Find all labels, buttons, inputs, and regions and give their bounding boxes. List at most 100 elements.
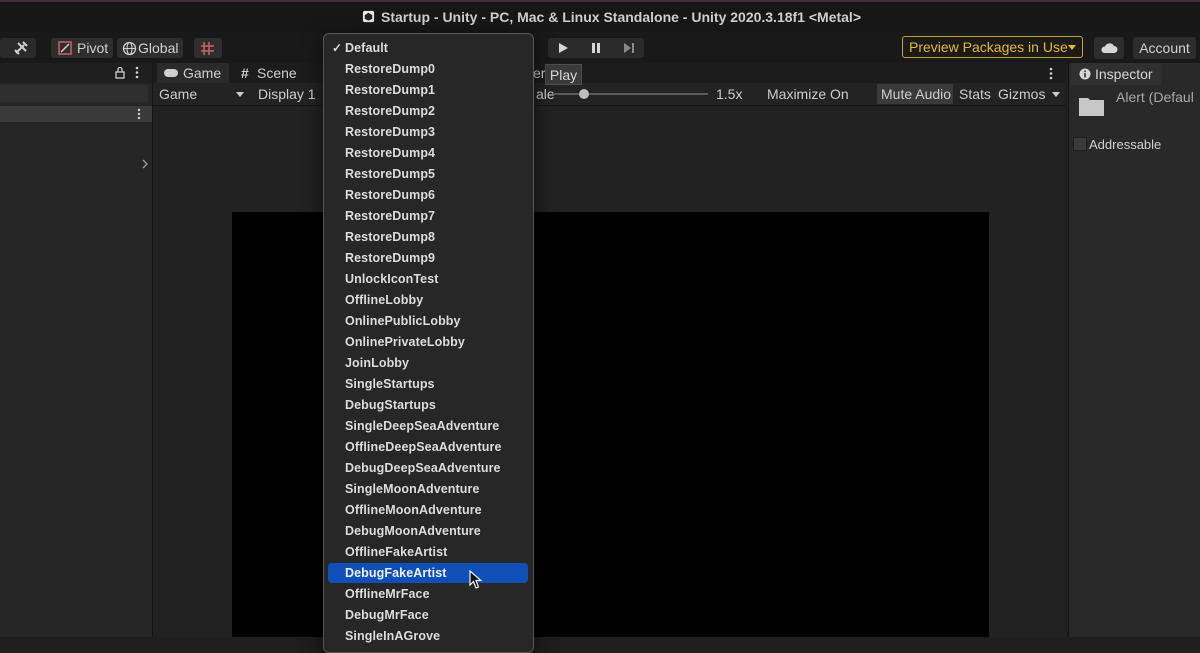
global-label: Global: [138, 40, 179, 56]
display-mode-label: Game: [159, 86, 198, 102]
dropdown-item-label: DebugStartups: [345, 398, 436, 412]
chevron-down-icon: [1068, 45, 1076, 50]
dropdown-item-label: SingleMoonAdventure: [345, 482, 480, 496]
kebab-menu-icon[interactable]: [1049, 67, 1053, 80]
dropdown-item[interactable]: OfflineFakeArtist: [328, 542, 528, 562]
cloud-icon: [1101, 43, 1118, 53]
kebab-menu-icon[interactable]: [137, 108, 141, 120]
hierarchy-search-input[interactable]: [0, 85, 148, 102]
dropdown-item[interactable]: RestoreDump2: [328, 101, 528, 121]
maximize-on-play-toggle[interactable]: Maximize On Play: [763, 84, 875, 122]
play-icon[interactable]: [557, 42, 569, 54]
global-button[interactable]: Global: [117, 38, 183, 58]
playmode-controls: [548, 38, 644, 58]
dropdown-item-label: DebugMrFace: [345, 608, 429, 622]
dropdown-item[interactable]: DebugMoonAdventure: [328, 521, 528, 541]
gizmos-dropdown[interactable]: Gizmos: [995, 84, 1065, 104]
cloud-button[interactable]: [1094, 37, 1124, 59]
grid-snap-icon: [201, 42, 214, 55]
dropdown-item-label: DebugMoonAdventure: [345, 524, 481, 538]
dropdown-item[interactable]: SingleStartups: [328, 374, 528, 394]
dropdown-item-label: RestoreDump5: [345, 167, 436, 181]
dropdown-item[interactable]: OnlinePrivateLobby: [328, 332, 528, 352]
checkmark-icon: ✓: [332, 41, 343, 55]
display-label: Display 1: [258, 86, 316, 102]
dropdown-item[interactable]: RestoreDump1: [328, 80, 528, 100]
dropdown-item[interactable]: RestoreDump6: [328, 185, 528, 205]
scale-slider[interactable]: [553, 89, 708, 99]
grid-snap-button[interactable]: [194, 38, 222, 58]
tab-game[interactable]: Game: [157, 63, 229, 83]
dropdown-item[interactable]: ✓ Default: [328, 38, 528, 58]
info-icon: [1079, 68, 1091, 80]
preview-packages-button[interactable]: Preview Packages in Use: [902, 36, 1083, 58]
dropdown-item-label: DebugFakeArtist: [345, 566, 447, 580]
tools-button[interactable]: [0, 38, 36, 58]
chevron-down-icon: [1052, 92, 1060, 97]
dropdown-item[interactable]: RestoreDump0: [328, 59, 528, 79]
dropdown-item[interactable]: DebugFakeArtist: [328, 563, 528, 583]
dropdown-item-label: DebugDeepSeaAdventure: [345, 461, 501, 475]
pivot-button[interactable]: Pivot: [51, 38, 113, 58]
dropdown-item-label: OfflineMoonAdventure: [345, 503, 482, 517]
addressable-checkbox[interactable]: [1073, 137, 1087, 151]
startup-config-dropdown: ✓ Default RestoreDump0 RestoreDump1 RestoreD…: [323, 33, 534, 653]
gizmos-label: Gizmos: [998, 86, 1046, 102]
inspector-object-name: Alert (Defaul: [1116, 89, 1194, 105]
dropdown-item-label: RestoreDump2: [345, 104, 436, 118]
pivot-icon: [58, 41, 72, 55]
dropdown-item-label: RestoreDump1: [345, 83, 436, 97]
view-tab-bar: Game # Scene er: [153, 63, 1066, 83]
dropdown-item[interactable]: OfflineDeepSeaAdventure: [328, 437, 528, 457]
dropdown-item[interactable]: RestoreDump7: [328, 206, 528, 226]
dropdown-item[interactable]: RestoreDump8: [328, 227, 528, 247]
dropdown-item[interactable]: UnlockIconTest: [328, 269, 528, 289]
addressable-label: Addressable: [1089, 137, 1162, 152]
dropdown-item[interactable]: RestoreDump3: [328, 122, 528, 142]
game-view-toolbar: Game Display 1 ale 1.5x Maximize On Play…: [153, 83, 1066, 122]
dropdown-item[interactable]: JoinLobby: [328, 353, 528, 373]
stats-toggle[interactable]: Stats: [957, 84, 993, 104]
step-icon[interactable]: [623, 42, 635, 54]
inspector-panel: Inspector Alert (Defaul Addressable: [1068, 63, 1200, 637]
dropdown-item[interactable]: OfflineMoonAdventure: [328, 500, 528, 520]
global-icon: [122, 41, 137, 56]
dropdown-item[interactable]: DebugDeepSeaAdventure: [328, 458, 528, 478]
dropdown-item[interactable]: DebugMrFace: [328, 605, 528, 625]
pause-icon[interactable]: [590, 42, 602, 54]
dropdown-item-label: RestoreDump7: [345, 209, 436, 223]
dropdown-item[interactable]: RestoreDump4: [328, 143, 528, 163]
dropdown-item-label: OfflineFakeArtist: [345, 545, 448, 559]
mute-audio-toggle[interactable]: Mute Audio: [877, 84, 953, 104]
pivot-label: Pivot: [77, 40, 109, 56]
display-mode-dropdown[interactable]: Game: [155, 84, 247, 104]
dropdown-item[interactable]: RestoreDump5: [328, 164, 528, 184]
hierarchy-header: [0, 63, 152, 83]
chevron-right-icon[interactable]: [141, 158, 149, 170]
dropdown-item[interactable]: DebugStartups: [328, 395, 528, 415]
dropdown-item-label: OfflineLobby: [345, 293, 424, 307]
dropdown-item[interactable]: SingleMoonAdventure: [328, 479, 528, 499]
dropdown-item-label: Default: [345, 41, 389, 55]
dropdown-item-label: OfflineDeepSeaAdventure: [345, 440, 502, 454]
tools-icon: [14, 41, 28, 55]
preview-packages-label: Preview Packages in Use: [909, 39, 1068, 55]
dropdown-item-label: SingleStartups: [345, 377, 435, 391]
dropdown-item[interactable]: OfflineLobby: [328, 290, 528, 310]
dropdown-item[interactable]: SingleInAGrove: [328, 626, 528, 646]
account-button[interactable]: Account: [1133, 37, 1196, 59]
dropdown-item-label: OnlinePrivateLobby: [345, 335, 465, 349]
display-dropdown[interactable]: Display 1: [254, 84, 324, 104]
lock-icon[interactable]: [115, 66, 125, 79]
dropdown-item[interactable]: OnlinePublicLobby: [328, 311, 528, 331]
dropdown-item[interactable]: RestoreDump9: [328, 248, 528, 268]
main-toolbar: Pivot Global Preview Packages in Use Acc…: [0, 32, 1200, 63]
title-bar: Startup - Unity - PC, Mac & Linux Standa…: [0, 0, 1200, 32]
dropdown-item[interactable]: OfflineMrFace: [328, 584, 528, 604]
hierarchy-row[interactable]: [0, 106, 152, 122]
tab-inspector[interactable]: Inspector: [1071, 63, 1161, 85]
scale-slider-handle[interactable]: [579, 89, 589, 99]
dropdown-item[interactable]: SingleDeepSeaAdventure: [328, 416, 528, 436]
kebab-menu-icon[interactable]: [135, 66, 139, 79]
tab-scene[interactable]: # Scene: [241, 63, 321, 83]
